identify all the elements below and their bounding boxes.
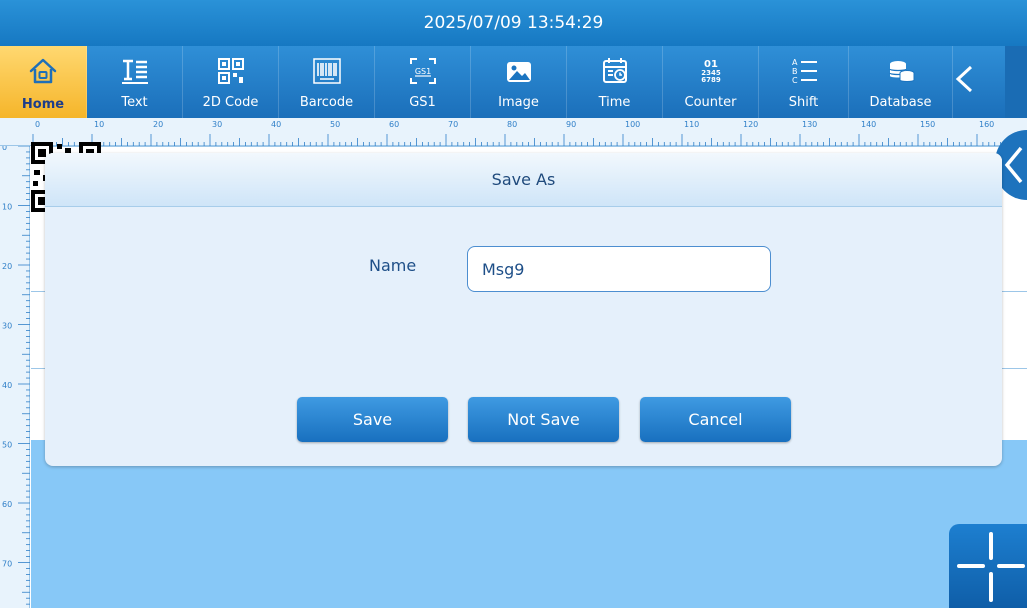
h-ruler-number: 20 xyxy=(153,120,163,129)
v-ruler-number: 60 xyxy=(2,500,12,509)
v-ruler-number: 70 xyxy=(2,560,12,569)
h-ruler-number: 150 xyxy=(920,120,935,129)
toolbar-home-button[interactable]: Home xyxy=(0,46,87,118)
main-toolbar: Home Text 2D Code Barcode GS1 GS1 Image … xyxy=(0,46,1027,118)
toolbar-time-label: Time xyxy=(598,95,631,110)
calendar-clock-icon xyxy=(602,58,627,83)
gs1-icon: GS1 xyxy=(409,58,436,84)
text-icon xyxy=(121,59,148,84)
v-ruler-number: 20 xyxy=(2,262,12,271)
toolbar-counter-button[interactable]: 01 2345 6789 Counter xyxy=(663,46,759,118)
toolbar-home-label: Home xyxy=(21,97,65,112)
dialog-title: Save As xyxy=(45,153,1002,207)
abc-list-icon: A B C xyxy=(792,58,817,85)
save-button[interactable]: Save xyxy=(297,397,448,442)
toolbar-text-label: Text xyxy=(121,95,148,110)
cancel-button[interactable]: Cancel xyxy=(640,397,791,442)
h-ruler-number: 70 xyxy=(448,120,458,129)
h-ruler-number: 30 xyxy=(212,120,222,129)
toolbar-barcode-button[interactable]: Barcode xyxy=(279,46,375,118)
name-label: Name xyxy=(369,256,417,275)
toolbar-database-label: Database xyxy=(869,95,932,110)
toolbar-shift-button[interactable]: A B C Shift xyxy=(759,46,849,118)
toolbar-shift-label: Shift xyxy=(788,95,819,110)
h-ruler-number: 90 xyxy=(566,120,576,129)
h-ruler-number: 80 xyxy=(507,120,517,129)
image-icon xyxy=(506,62,531,82)
h-ruler-number: 140 xyxy=(861,120,876,129)
h-ruler-number: 130 xyxy=(802,120,817,129)
vertical-ruler-ticks: 0 10 20 30 40 50 60 70 xyxy=(2,146,30,605)
position-crosshair-button[interactable] xyxy=(949,524,1027,608)
qr-code-icon xyxy=(217,58,244,84)
toolbar-barcode-label: Barcode xyxy=(299,95,354,110)
toolbar-database-button[interactable]: Database xyxy=(849,46,953,118)
toolbar-2d-code-button[interactable]: 2D Code xyxy=(183,46,279,118)
toolbar-image-label: Image xyxy=(498,95,539,110)
h-ruler-number: 50 xyxy=(330,120,340,129)
save-as-dialog: Save As Name Save Not Save Cancel xyxy=(45,153,1002,466)
h-ruler-number: 160 xyxy=(979,120,994,129)
svg-text:6789: 6789 xyxy=(701,76,721,84)
toolbar-counter-label: Counter xyxy=(684,95,737,110)
svg-text:B: B xyxy=(792,67,798,76)
database-icon xyxy=(888,61,914,82)
h-ruler-number: 100 xyxy=(625,120,640,129)
vertical-ruler: 0 10 20 30 40 50 60 70 xyxy=(0,146,30,608)
chevron-left-icon xyxy=(955,65,973,93)
toolbar-2d-code-label: 2D Code xyxy=(202,95,259,110)
crosshair-icon xyxy=(957,532,1025,602)
h-ruler-number: 110 xyxy=(684,120,699,129)
name-input[interactable] xyxy=(467,246,771,292)
h-ruler-number: 10 xyxy=(94,120,104,129)
toolbar-gs1-button[interactable]: GS1 GS1 xyxy=(375,46,471,118)
v-ruler-number: 50 xyxy=(2,441,12,450)
h-ruler-number: 0 xyxy=(35,120,40,129)
v-ruler-number: 40 xyxy=(2,381,12,390)
title-bar: 2025/07/09 13:54:29 xyxy=(0,0,1027,46)
h-ruler-number: 60 xyxy=(389,120,399,129)
barcode-icon xyxy=(312,58,341,84)
toolbar-time-button[interactable]: Time xyxy=(567,46,663,118)
horizontal-ruler-ticks: 0 10 20 30 40 50 60 70 80 90 100 110 120 130 140 150 160 xyxy=(32,120,1025,146)
svg-text:C: C xyxy=(792,76,798,85)
svg-text:GS1: GS1 xyxy=(414,67,430,76)
v-ruler-number: 30 xyxy=(2,322,12,331)
toolbar-scroll-button[interactable] xyxy=(953,46,973,118)
horizontal-ruler: 0 10 20 30 40 50 60 70 80 90 100 110 120 130 140 150 160 xyxy=(0,118,1027,146)
h-ruler-number: 40 xyxy=(271,120,281,129)
v-ruler-number: 0 xyxy=(2,146,7,152)
not-save-button[interactable]: Not Save xyxy=(468,397,619,442)
toolbar-text-button[interactable]: Text xyxy=(87,46,183,118)
toolbar-gs1-label: GS1 xyxy=(409,95,436,110)
svg-text:A: A xyxy=(792,58,798,67)
counter-icon: 01 2345 6789 xyxy=(701,59,721,84)
h-ruler-number: 120 xyxy=(743,120,758,129)
toolbar-edge xyxy=(1005,46,1027,118)
v-ruler-number: 10 xyxy=(2,203,12,212)
toolbar-image-button[interactable]: Image xyxy=(471,46,567,118)
home-icon xyxy=(29,58,57,84)
datetime-display: 2025/07/09 13:54:29 xyxy=(423,13,604,33)
